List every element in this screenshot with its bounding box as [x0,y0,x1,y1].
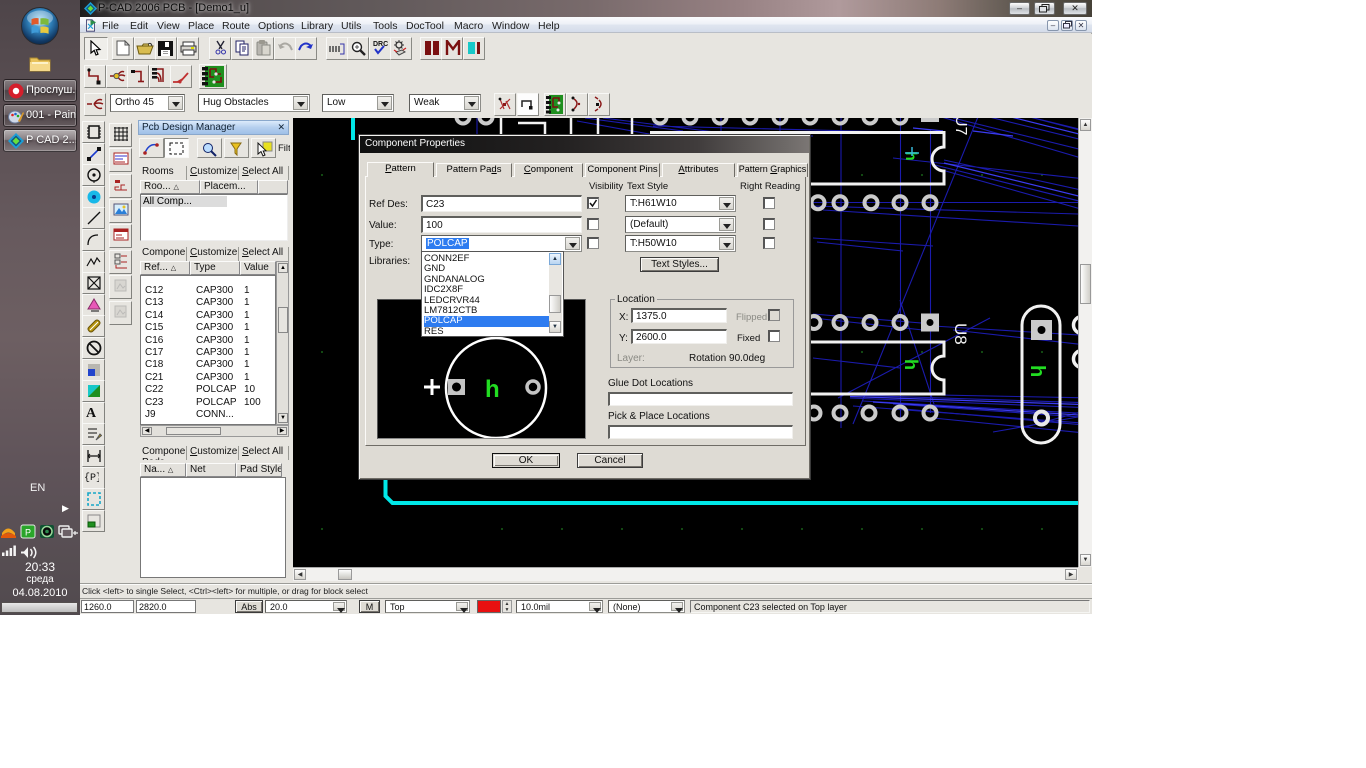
svg-text:{P}: {P} [84,472,99,484]
svg-text:h: h [1026,365,1048,377]
svg-text:h: h [485,376,500,403]
svg-text:U7: U7 [952,118,969,136]
svg-text:h: h [901,359,921,370]
svg-text:DRC: DRC [373,41,388,48]
svg-text:A: A [86,406,97,419]
svg-text:P: P [25,528,31,538]
svg-text:U8: U8 [951,323,970,345]
